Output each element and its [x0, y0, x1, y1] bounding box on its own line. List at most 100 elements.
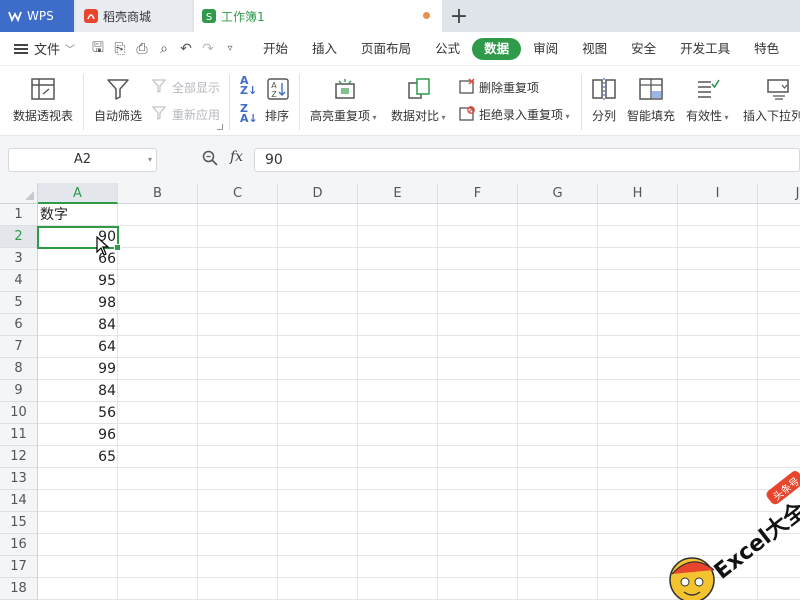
print-icon[interactable]: ⎙ [131, 41, 153, 57]
show-all-label: 全部显示 [172, 81, 221, 95]
formula-bar: A2 ▾ fx 90 [0, 136, 800, 183]
customize-chevron-icon[interactable]: ▿ [219, 43, 241, 54]
row-header[interactable]: 14 [0, 490, 38, 512]
dropdown-list-icon [767, 79, 789, 100]
column-header[interactable]: A [38, 183, 118, 204]
column-header[interactable]: D [278, 183, 358, 204]
menu-insert[interactable]: 插入 [300, 38, 349, 60]
grid-line [38, 445, 800, 446]
row-header[interactable]: 13 [0, 468, 38, 490]
redo-icon[interactable]: ↷ [197, 41, 219, 57]
row-header[interactable]: 3 [0, 248, 38, 270]
row-header[interactable]: 11 [0, 424, 38, 446]
table-cell[interactable]: 65 [38, 446, 118, 468]
table-cell[interactable]: 64 [38, 336, 118, 358]
table-cell[interactable]: 95 [38, 270, 118, 292]
column-header[interactable]: C [198, 183, 278, 204]
grid-line [597, 204, 598, 600]
undo-icon[interactable]: ↶ [175, 41, 197, 57]
select-all-corner[interactable] [0, 183, 38, 204]
row-header[interactable]: 15 [0, 512, 38, 534]
table-cell[interactable]: 99 [38, 358, 118, 380]
tab-wps[interactable]: WPS [0, 0, 74, 32]
column-header[interactable]: B [118, 183, 198, 204]
tab-label: WPS [27, 9, 54, 23]
quick-access-toolbar: 🖫 ⎘ ⎙ ⌕ ↶ ↷ ▿ [87, 37, 241, 61]
unsaved-dot-icon [423, 12, 430, 19]
grid-line [517, 204, 518, 600]
menu-formula[interactable]: 公式 [423, 38, 472, 60]
row-header[interactable]: 2 [0, 226, 38, 248]
mouse-cursor-icon [96, 236, 110, 256]
row-header[interactable]: 5 [0, 292, 38, 314]
tab-docer-store[interactable]: 稻壳商城 [76, 0, 192, 32]
file-menu[interactable]: 文件 ﹀ [14, 39, 75, 58]
save-icon[interactable]: 🖫 [87, 37, 109, 61]
split-column-label: 分列 [592, 109, 617, 123]
column-header[interactable]: G [518, 183, 598, 204]
table-cell[interactable]: 84 [38, 314, 118, 336]
menu-review[interactable]: 审阅 [521, 38, 570, 60]
dialog-launcher-icon[interactable] [217, 124, 223, 130]
ribbon-separator [299, 74, 300, 130]
table-cell[interactable]: 96 [38, 424, 118, 446]
svg-text:Z: Z [271, 90, 277, 99]
chevron-down-icon[interactable]: ▾ [148, 149, 152, 171]
tab-workbook[interactable]: S 工作簿1 [194, 0, 442, 32]
menu-developer[interactable]: 开发工具 [668, 38, 742, 60]
menu-features[interactable]: 特色 [742, 38, 791, 60]
row-header[interactable]: 18 [0, 578, 38, 600]
row-header[interactable]: 6 [0, 314, 38, 336]
menu-page-layout[interactable]: 页面布局 [349, 38, 423, 60]
smart-fill-label: 智能填充 [627, 109, 676, 123]
remove-duplicates-icon [459, 78, 475, 94]
grid-line [38, 313, 800, 314]
file-menu-label: 文件 [34, 43, 61, 58]
smart-fill-icon [639, 78, 663, 100]
column-header[interactable]: H [598, 183, 678, 204]
sort-descending-icon[interactable]: Z A↓ [240, 103, 258, 124]
table-cell[interactable]: 98 [38, 292, 118, 314]
auto-filter-label: 自动筛选 [94, 109, 143, 123]
reject-duplicates-icon [459, 106, 475, 121]
column-header[interactable]: J [758, 183, 800, 204]
row-header[interactable]: 16 [0, 534, 38, 556]
menu-data[interactable]: 数据 [472, 37, 522, 60]
zoom-search-icon[interactable] [202, 150, 218, 170]
ribbon-separator [83, 74, 84, 130]
name-box-value: A2 [73, 152, 92, 167]
grid-line [437, 204, 438, 600]
highlight-duplicates-icon [335, 79, 355, 99]
row-header[interactable]: 10 [0, 402, 38, 424]
cell-a1[interactable]: 数字 [40, 204, 118, 226]
docer-logo-icon [84, 9, 98, 23]
column-header[interactable]: I [678, 183, 758, 204]
menu-bar: 文件 ﹀ 🖫 ⎘ ⎙ ⌕ ↶ ↷ ▿ 开始 插入 页面布局 公式 数据 审阅 视… [0, 32, 800, 66]
row-header[interactable]: 9 [0, 380, 38, 402]
sort-ascending-icon[interactable]: A Z↓ [240, 75, 257, 96]
grid-line [38, 269, 800, 270]
menu-view[interactable]: 视图 [570, 38, 619, 60]
row-header[interactable]: 17 [0, 556, 38, 578]
column-header[interactable]: F [438, 183, 518, 204]
row-header[interactable]: 1 [0, 204, 38, 226]
formula-input[interactable]: 90 [254, 148, 800, 172]
row-header[interactable]: 4 [0, 270, 38, 292]
insert-function-icon[interactable]: fx [230, 149, 243, 165]
grid-line [38, 335, 800, 336]
column-header[interactable]: E [358, 183, 438, 204]
menu-security[interactable]: 安全 [619, 38, 668, 60]
row-header[interactable]: 12 [0, 446, 38, 468]
table-cell[interactable]: 84 [38, 380, 118, 402]
row-header[interactable]: 7 [0, 336, 38, 358]
ribbon-separator [229, 74, 230, 130]
excel-daquan-watermark: Excel大全 头条号 [669, 471, 800, 600]
menu-start[interactable]: 开始 [251, 38, 300, 60]
export-icon[interactable]: ⎘ [109, 41, 131, 57]
svg-text:A: A [271, 81, 277, 90]
print-preview-icon[interactable]: ⌕ [153, 41, 175, 57]
row-header[interactable]: 8 [0, 358, 38, 380]
new-tab-icon[interactable]: + [448, 4, 470, 29]
table-cell[interactable]: 56 [38, 402, 118, 424]
name-box[interactable]: A2 ▾ [8, 148, 157, 172]
